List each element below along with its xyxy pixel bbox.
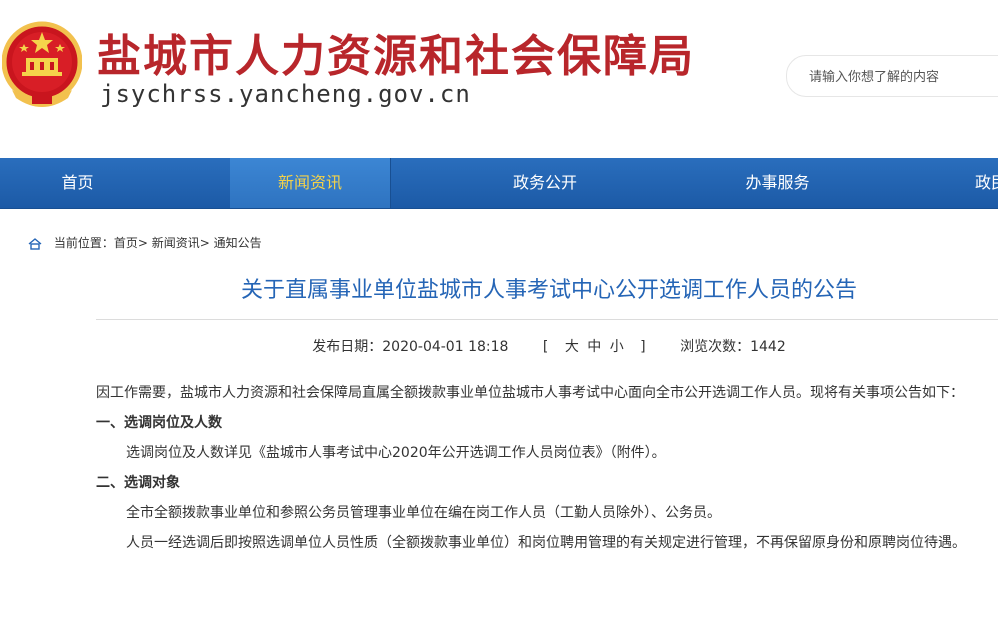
main-nav: 首页 新闻资讯 政务公开 办事服务 政民 xyxy=(0,158,998,209)
intro-paragraph: 因工作需要，盐城市人力资源和社会保障局直属全额拨款事业单位盐城市人事考试中心面向… xyxy=(96,385,964,401)
breadcrumb-separator: > xyxy=(137,236,148,250)
font-large-button[interactable]: 大 xyxy=(565,339,579,355)
font-bracket-close: ] xyxy=(640,339,646,355)
breadcrumb: 当前位置：首页> 新闻资讯> 通知公告 xyxy=(28,234,262,251)
search-box[interactable] xyxy=(786,55,998,97)
nav-item-services[interactable]: 办事服务 xyxy=(700,158,855,208)
search-input[interactable] xyxy=(807,66,998,88)
nav-item-government-affairs[interactable]: 政务公开 xyxy=(465,158,625,208)
site-domain: jsychrss.yancheng.gov.cn xyxy=(100,80,471,108)
section-heading: 一、选调岗位及人数 xyxy=(96,415,222,431)
title-divider xyxy=(96,319,998,320)
article-title: 关于直属事业单位盐城市人事考试中心公开选调工作人员的公告 xyxy=(240,278,857,303)
breadcrumb-prefix: 当前位置： xyxy=(53,236,114,250)
site-title[interactable]: 盐城市人力资源和社会保障局 xyxy=(97,20,695,84)
view-count: 浏览次数：1442 xyxy=(680,339,786,355)
body-paragraph: 人员一经选调后即按照选调单位人员性质（全额拨款事业单位）和岗位聘用管理的有关规定… xyxy=(126,535,966,551)
section-heading: 二、选调对象 xyxy=(96,475,180,491)
breadcrumb-separator: > xyxy=(199,236,210,250)
breadcrumb-home[interactable]: 首页 xyxy=(114,236,138,250)
publish-date: 发布日期：2020-04-01 18:18 xyxy=(312,339,509,355)
national-emblem-icon[interactable] xyxy=(2,18,82,114)
home-icon xyxy=(28,237,42,250)
nav-item-news[interactable]: 新闻资讯 xyxy=(230,158,390,208)
breadcrumb-notices[interactable]: 通知公告 xyxy=(214,236,262,250)
nav-separator xyxy=(390,158,391,208)
article-meta: 发布日期：2020-04-01 18:18 [ 大 中 小 ] 浏览次数：144… xyxy=(96,336,998,356)
breadcrumb-news[interactable]: 新闻资讯 xyxy=(152,236,200,250)
nav-item-interaction[interactable]: 政民 xyxy=(975,158,998,208)
font-medium-button[interactable]: 中 xyxy=(587,339,601,355)
font-bracket-open: [ xyxy=(542,339,549,355)
body-paragraph: 选调岗位及人数详见《盐城市人事考试中心2020年公开选调工作人员岗位表》（附件）… xyxy=(126,445,666,461)
font-small-button[interactable]: 小 xyxy=(610,339,624,355)
nav-item-home[interactable]: 首页 xyxy=(0,158,155,208)
site-header: 盐城市人力资源和社会保障局 jsychrss.yancheng.gov.cn xyxy=(0,0,998,158)
article-body: 因工作需要，盐城市人力资源和社会保障局直属全额拨款事业单位盐城市人事考试中心面向… xyxy=(96,378,998,558)
body-paragraph: 全市全额拨款事业单位和参照公务员管理事业单位在编在岗工作人员（工勤人员除外）、公… xyxy=(126,505,721,521)
font-size-control: [ 大 中 小 ] xyxy=(533,339,660,355)
